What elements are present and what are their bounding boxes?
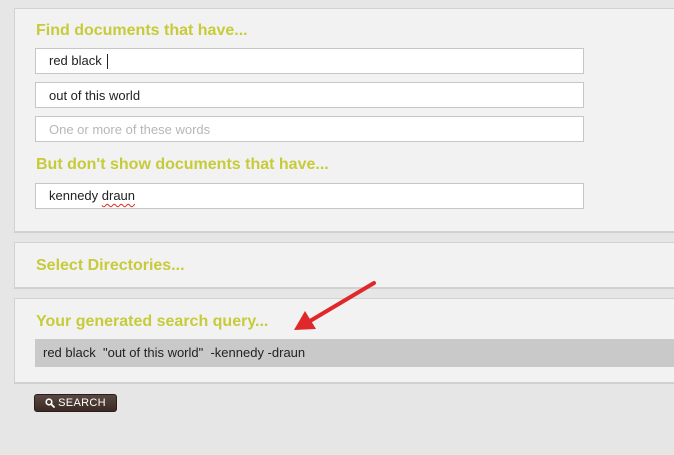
- excluded-words-input[interactable]: kennedy draun: [35, 183, 584, 209]
- exact-phrase-input[interactable]: [35, 82, 584, 108]
- find-documents-heading: Find documents that have...: [36, 22, 248, 39]
- any-words-input[interactable]: [35, 116, 584, 142]
- magnifier-icon: [45, 398, 56, 408]
- select-directories-heading[interactable]: Select Directories...: [36, 257, 185, 275]
- generated-query-heading: Your generated search query...: [36, 313, 269, 330]
- find-documents-panel: Find documents that have... red black Bu…: [14, 8, 674, 232]
- exclude-documents-heading: But don't show documents that have...: [36, 156, 329, 173]
- search-button-label: SEARCH: [58, 397, 106, 409]
- annotation-arrow-icon: [294, 281, 376, 330]
- excluded-first-word: kennedy: [49, 188, 102, 203]
- search-button[interactable]: SEARCH: [34, 394, 117, 412]
- text-caret: [107, 54, 109, 70]
- misspelled-word: draun: [101, 188, 136, 203]
- all-words-input[interactable]: red black: [35, 48, 584, 74]
- generated-query-output: red black "out of this world" -kennedy -…: [35, 339, 674, 367]
- all-words-value: red black: [49, 53, 106, 68]
